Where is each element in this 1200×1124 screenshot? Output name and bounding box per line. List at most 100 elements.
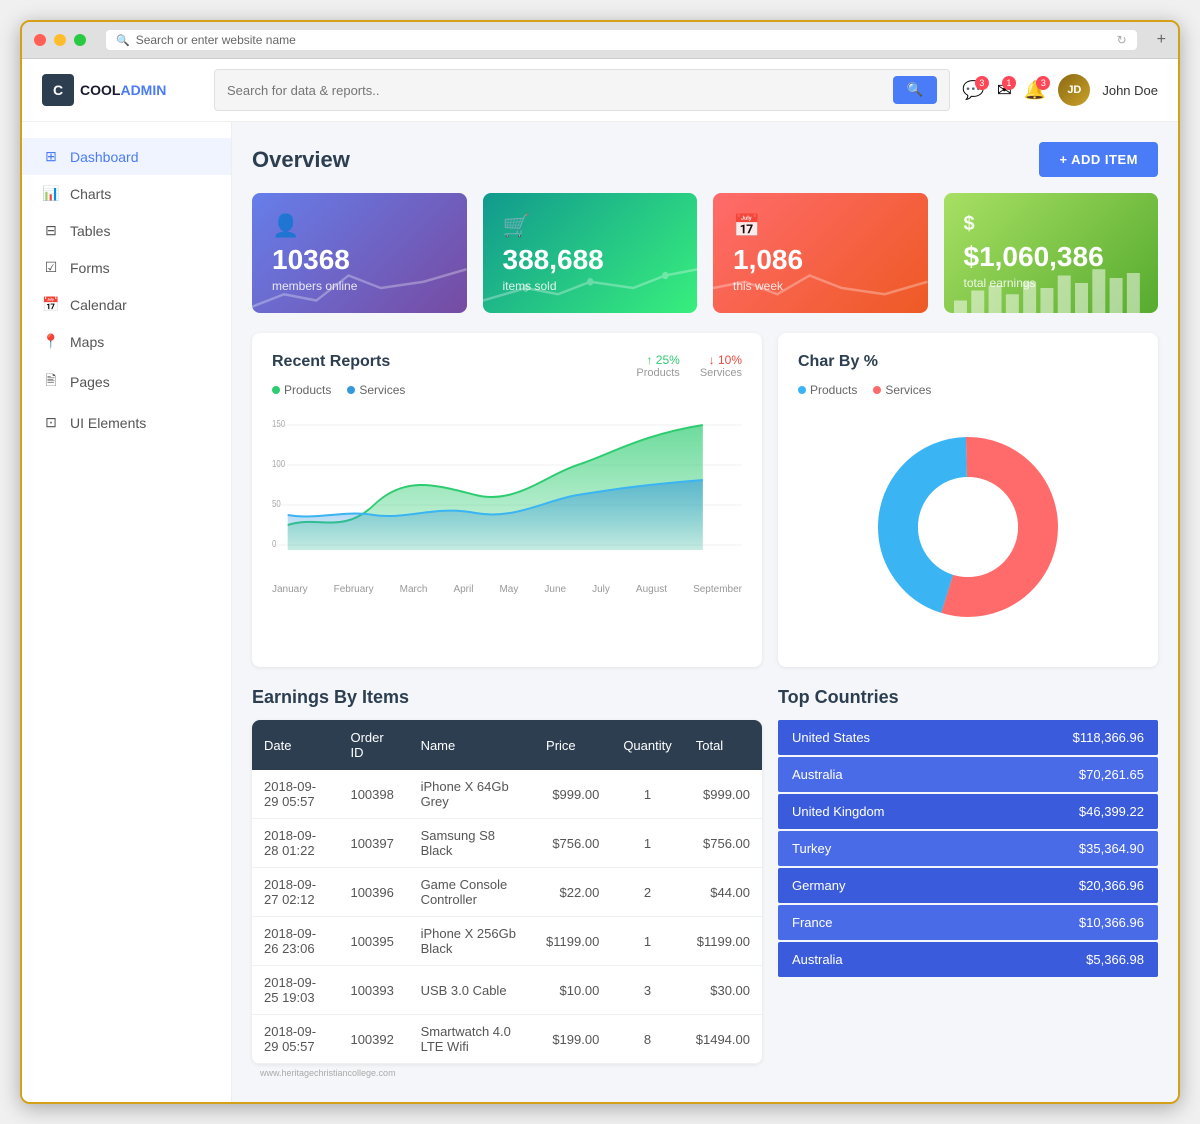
svg-text:150: 150: [272, 418, 285, 429]
sidebar-item-tables[interactable]: ⊟ Tables: [22, 212, 231, 249]
mail-icon-badge[interactable]: ✉ 1: [997, 80, 1012, 101]
services-legend-label: Services: [359, 383, 405, 397]
svg-text:0: 0: [272, 538, 276, 549]
col-orderid: Order ID: [338, 720, 408, 770]
char-services-dot: [873, 386, 881, 394]
calendar-icon: 📅: [42, 296, 60, 313]
chat-icon-badge[interactable]: 💬 3: [962, 80, 984, 101]
table-row: 2018-09-27 02:12100396Game Console Contr…: [252, 868, 762, 917]
earnings-section: Earnings By Items Date Order ID Name Pri…: [252, 687, 762, 1064]
stat-card-earnings: $ $1,060,386 total earnings: [944, 193, 1159, 313]
page-header: Overview + ADD ITEM: [252, 142, 1158, 177]
top-countries-title: Top Countries: [778, 687, 1158, 708]
report-legend: Products Services: [272, 383, 405, 397]
country-item: France$10,366.96: [778, 905, 1158, 940]
products-dot: [272, 386, 280, 394]
topbar: C COOLADMIN 🔍 💬 3 ✉ 1 🔔: [22, 59, 1178, 122]
table-row: 2018-09-29 05:57100398iPhone X 64Gb Grey…: [252, 770, 762, 819]
col-price: Price: [534, 720, 611, 770]
chat-badge: 3: [975, 76, 989, 90]
col-date: Date: [252, 720, 338, 770]
char-legend: Products Services: [798, 383, 1138, 397]
char-title: Char By %: [798, 353, 1138, 371]
charts-icon: 📊: [42, 185, 60, 202]
mail-badge: 1: [1002, 76, 1016, 90]
report-title: Recent Reports: [272, 353, 405, 371]
area-chart: 150 100 50 0: [272, 405, 742, 575]
members-icon: 👤: [272, 213, 447, 239]
search-button[interactable]: 🔍: [893, 76, 938, 104]
watermark: www.heritagechristiancollege.com: [252, 1064, 1158, 1082]
stats-grid: 👤 10368 members online 🛒 388,688 items s…: [252, 193, 1158, 313]
avatar[interactable]: JD: [1058, 74, 1090, 106]
maps-icon: 📍: [42, 333, 60, 350]
svg-text:100: 100: [272, 458, 285, 469]
sidebar-item-maps[interactable]: 📍 Maps: [22, 323, 231, 360]
bell-badge: 3: [1036, 76, 1050, 90]
ui-elements-icon: ⊡: [42, 414, 60, 431]
char-by-pct-card: Char By % Products Services: [778, 333, 1158, 667]
earnings-table: Date Order ID Name Price Quantity Total: [252, 720, 762, 1064]
sidebar-label-ui-elements: UI Elements: [70, 415, 146, 431]
sidebar-item-charts[interactable]: 📊 Charts: [22, 175, 231, 212]
country-item: United States$118,366.96: [778, 720, 1158, 755]
top-countries-section: Top Countries United States$118,366.96Au…: [778, 687, 1158, 1064]
page-content: Overview + ADD ITEM 👤 10368 members onli…: [232, 122, 1178, 1102]
earnings-icon: $: [964, 213, 1139, 236]
new-tab-btn[interactable]: +: [1157, 31, 1166, 49]
add-item-button[interactable]: + ADD ITEM: [1039, 142, 1158, 177]
main-content: ⊞ Dashboard 📊 Charts ⊟ Tables ☑ Forms 📅: [22, 122, 1178, 1102]
table-row: 2018-09-29 05:57100392Smartwatch 4.0 LTE…: [252, 1015, 762, 1064]
bottom-row: Earnings By Items Date Order ID Name Pri…: [252, 687, 1158, 1064]
x-axis-labels: January February March April May June Ju…: [272, 580, 742, 599]
week-icon: 📅: [733, 213, 908, 239]
country-list: United States$118,366.96Australia$70,261…: [778, 720, 1158, 979]
top-right-icons: 💬 3 ✉ 1 🔔 3 JD John Doe: [962, 74, 1158, 106]
pages-icon: 🖹: [42, 370, 60, 394]
minimize-btn[interactable]: [54, 34, 66, 46]
stat-card-items: 🛒 388,688 items sold: [483, 193, 698, 313]
dashboard-icon: ⊞: [42, 148, 60, 165]
sidebar-item-forms[interactable]: ☑ Forms: [22, 249, 231, 286]
char-products-dot: [798, 386, 806, 394]
user-name: John Doe: [1102, 83, 1158, 98]
close-btn[interactable]: [34, 34, 46, 46]
earnings-title: Earnings By Items: [252, 687, 762, 708]
bell-icon-badge[interactable]: 🔔 3: [1024, 80, 1046, 101]
sidebar-label-pages: Pages: [70, 374, 110, 390]
logo-icon: C: [42, 74, 74, 106]
earnings-card: Date Order ID Name Price Quantity Total: [252, 720, 762, 1064]
search-bar[interactable]: 🔍: [214, 69, 950, 111]
search-input[interactable]: [227, 83, 885, 98]
sidebar-item-ui-elements[interactable]: ⊡ UI Elements: [22, 404, 231, 441]
logo: C COOLADMIN: [42, 74, 202, 106]
report-header: Recent Reports Products Services ↑ 25% P…: [272, 353, 742, 397]
country-item: United Kingdom$46,399.22: [778, 794, 1158, 829]
table-row: 2018-09-28 01:22100397Samsung S8 Black$7…: [252, 819, 762, 868]
items-icon: 🛒: [503, 213, 678, 239]
stat-card-week: 📅 1,086 this week: [713, 193, 928, 313]
sidebar-label-calendar: Calendar: [70, 297, 127, 313]
tables-icon: ⊟: [42, 222, 60, 239]
charts-row: Recent Reports Products Services ↑ 25% P…: [252, 333, 1158, 667]
table-row: 2018-09-25 19:03100393USB 3.0 Cable$10.0…: [252, 966, 762, 1015]
country-item: Australia$70,261.65: [778, 757, 1158, 792]
country-item: Turkey$35,364.90: [778, 831, 1158, 866]
sidebar-item-calendar[interactable]: 📅 Calendar: [22, 286, 231, 323]
services-pct: ↓ 10% Services: [700, 353, 742, 379]
sidebar-label-tables: Tables: [70, 223, 110, 239]
svg-text:50: 50: [272, 498, 281, 509]
recent-reports-card: Recent Reports Products Services ↑ 25% P…: [252, 333, 762, 667]
stat-card-members: 👤 10368 members online: [252, 193, 467, 313]
maximize-btn[interactable]: [74, 34, 86, 46]
country-item: Germany$20,366.96: [778, 868, 1158, 903]
forms-icon: ☑: [42, 259, 60, 276]
sidebar-item-pages[interactable]: 🖹 Pages: [22, 360, 231, 404]
sidebar-label-forms: Forms: [70, 260, 110, 276]
products-pct: ↑ 25% Products: [636, 353, 679, 379]
sidebar-item-dashboard[interactable]: ⊞ Dashboard: [22, 138, 231, 175]
donut-chart: [868, 427, 1068, 627]
page-title: Overview: [252, 147, 350, 173]
report-stats-summary: ↑ 25% Products ↓ 10% Services: [636, 353, 742, 379]
url-bar[interactable]: 🔍 Search or enter website name ↻: [106, 30, 1137, 50]
